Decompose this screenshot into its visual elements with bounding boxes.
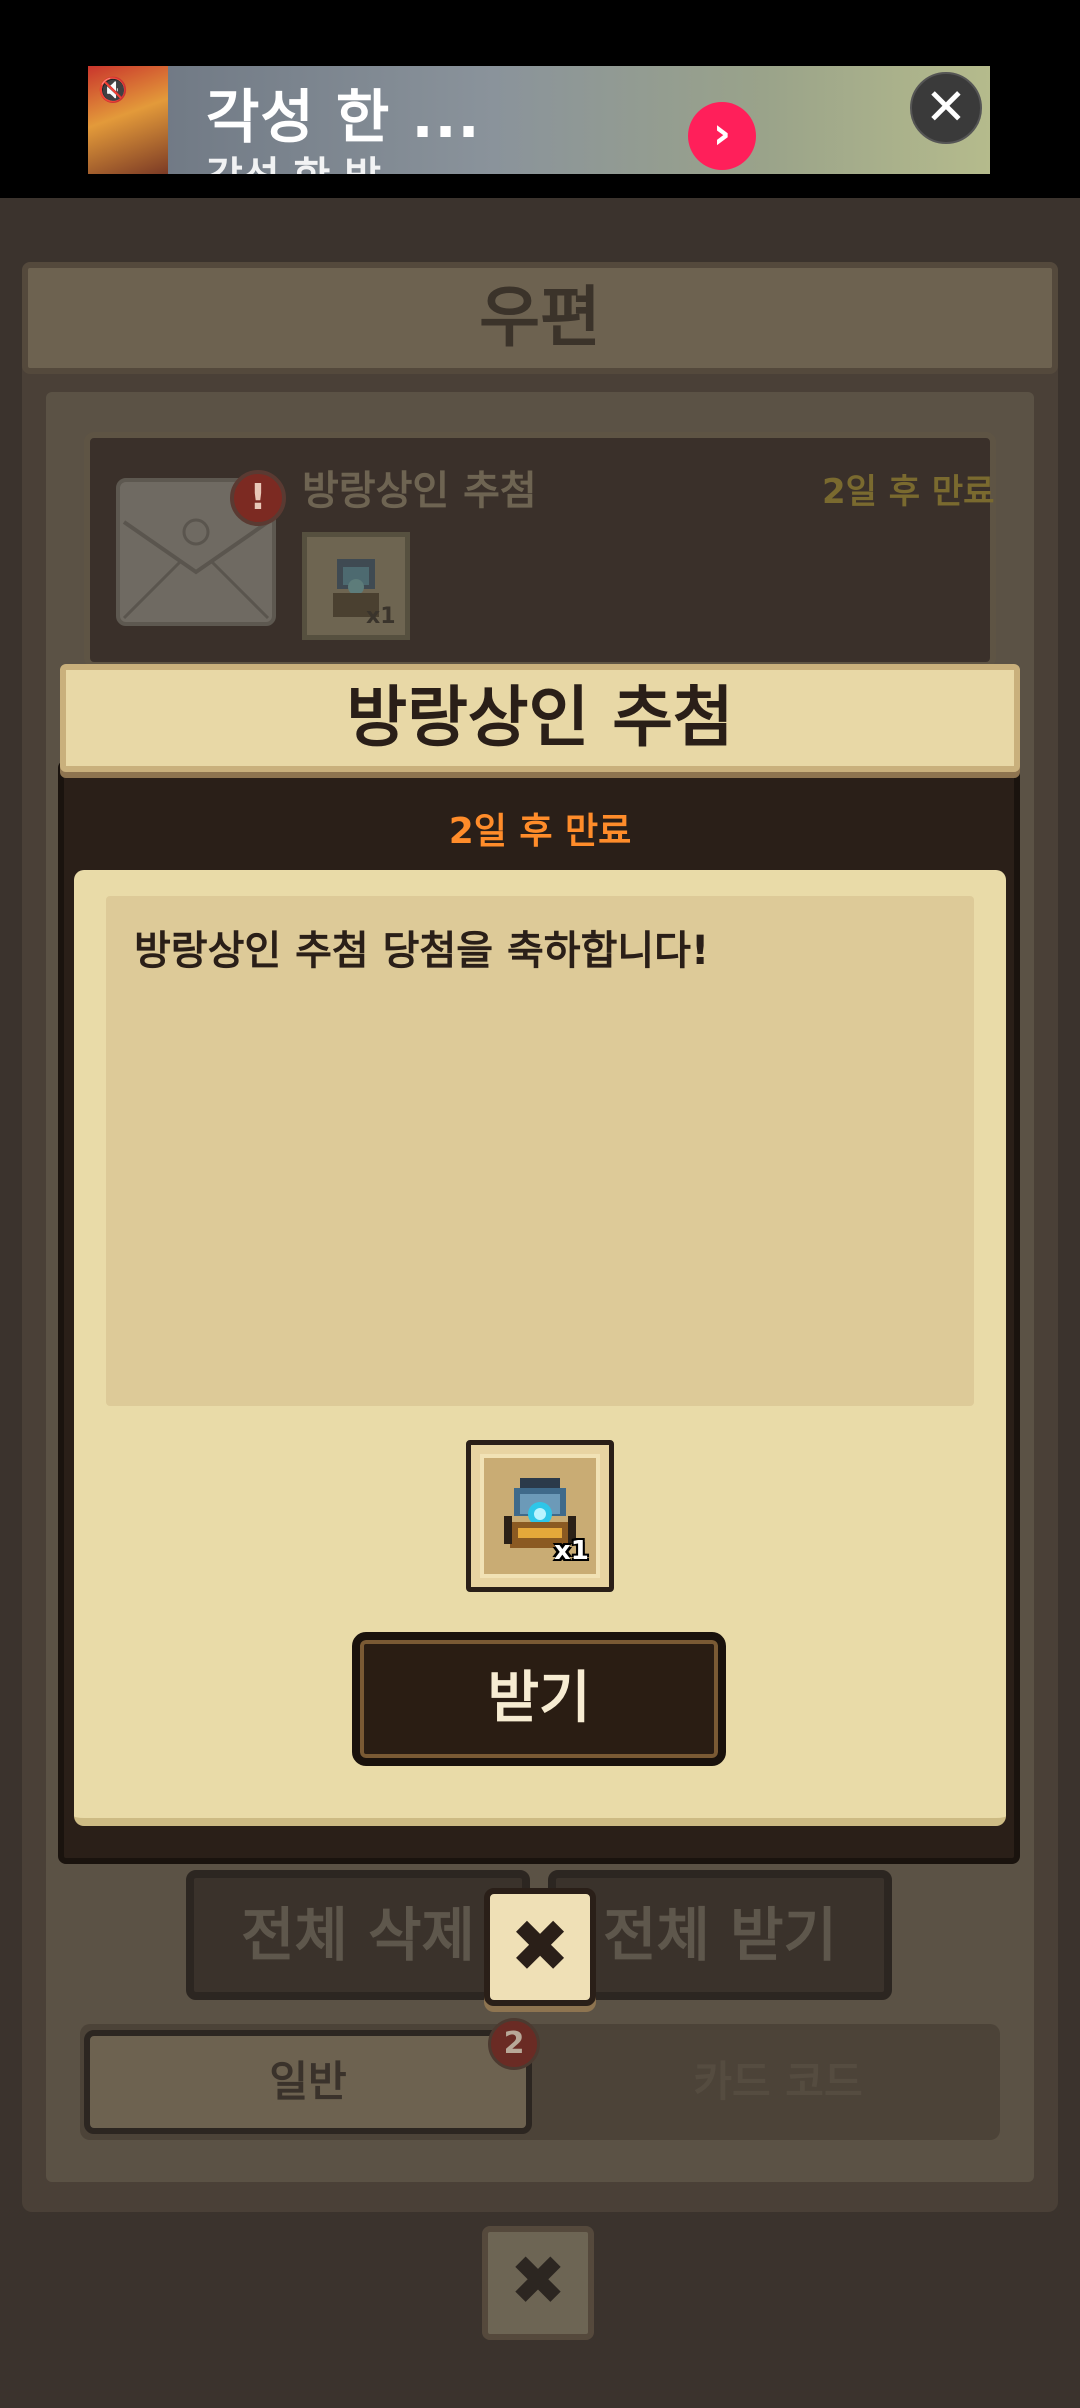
modal-close-button[interactable]: ✖ xyxy=(484,1888,596,2006)
reward-qty: x1 xyxy=(554,1536,589,1566)
ad-go-icon[interactable]: › xyxy=(688,102,756,170)
mailbox-title: 우편 xyxy=(479,279,601,356)
ad-subtitle: 각성 한 방 xyxy=(206,144,381,174)
modal-expiry: 2일 후 만료 xyxy=(448,811,632,852)
alert-icon: ! xyxy=(230,470,286,526)
ad-thumbnail: 🔇 xyxy=(88,66,168,174)
delete-all-button[interactable]: 전체 삭제 xyxy=(186,1870,530,2000)
tab-general-badge: 2 xyxy=(488,2018,540,2070)
receive-all-button[interactable]: 전체 받기 xyxy=(548,1870,892,2000)
ad-title: 각성 한 ... xyxy=(206,83,481,151)
receive-button-label[interactable]: 받기 xyxy=(352,1632,726,1766)
mail-item-expiry: 2일 후 만료 xyxy=(822,472,995,512)
tab-card-code[interactable]: 카드 코드 xyxy=(560,2030,996,2134)
message-text: 방랑상인 추첨 당첨을 축하합니다! xyxy=(134,928,710,974)
mute-icon[interactable]: 🔇 xyxy=(96,76,130,104)
ad-banner[interactable]: 🔇 각성 한 ... 각성 한 방 › xyxy=(88,66,990,174)
ad-close-button[interactable]: ✕ xyxy=(910,72,982,144)
mail-item-title: 방랑상인 추첨 xyxy=(302,468,537,514)
mailbox-close-button[interactable]: ✖ xyxy=(482,2226,594,2340)
tab-general[interactable]: 일반 xyxy=(84,2030,532,2134)
modal-title: 방랑상인 추첨 xyxy=(346,679,734,756)
mail-item-reward-qty: x1 xyxy=(366,604,396,629)
